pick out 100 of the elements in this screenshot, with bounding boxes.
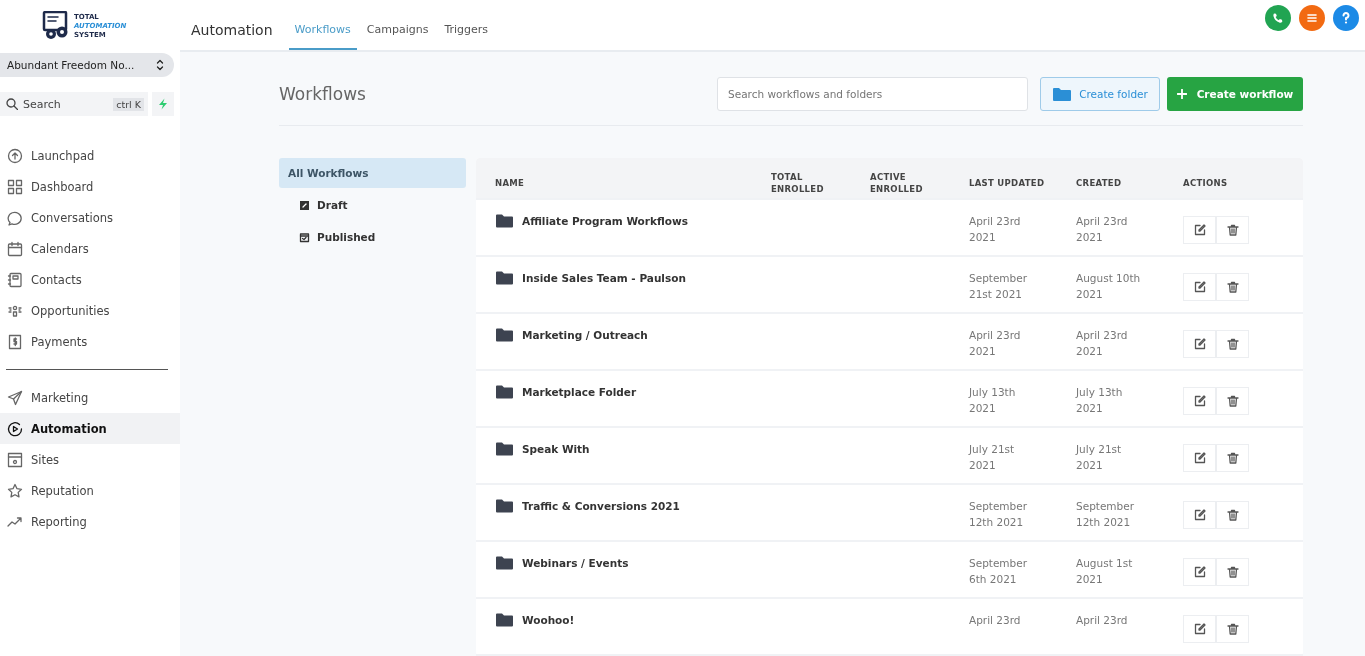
lightning-bolt-icon <box>158 98 168 110</box>
calendar-check-icon <box>299 231 310 243</box>
delete-button[interactable] <box>1216 501 1249 529</box>
folder-name[interactable]: Speak With <box>522 442 590 455</box>
tab[interactable]: Triggers <box>438 23 495 50</box>
edit-button[interactable] <box>1183 216 1216 244</box>
column-header: ACTIONS <box>1183 177 1229 189</box>
folder-icon <box>495 555 514 570</box>
sidebar-item[interactable]: Sites <box>0 444 180 475</box>
phone-button[interactable] <box>1265 5 1291 31</box>
filter-item[interactable]: All Workflows <box>279 158 466 188</box>
edit-icon <box>1193 452 1206 464</box>
table-cell-text: August 10th 2021 <box>1076 271 1142 302</box>
search-icon <box>6 98 18 110</box>
help-button[interactable] <box>1333 5 1359 31</box>
sidebar-item[interactable]: Opportunities <box>0 295 180 326</box>
table-cell-text: July 13th 2021 <box>1076 385 1124 416</box>
sidebar-item[interactable]: Conversations <box>0 202 180 233</box>
table-cell-text: July 13th 2021 <box>969 385 1017 416</box>
account-switcher[interactable]: Abundant Freedom No... <box>0 53 174 77</box>
sidebar-item[interactable]: Reputation <box>0 475 180 506</box>
trash-icon <box>1226 623 1239 635</box>
folder-icon <box>495 384 514 399</box>
table-cell-text: July 21st 2021 <box>969 442 1016 473</box>
paper-plane-icon <box>7 389 23 406</box>
sidebar-item[interactable]: Contacts <box>0 264 180 295</box>
search-button[interactable]: Search ctrl K <box>0 92 148 116</box>
table-cell-text: September 12th 2021 <box>969 499 1029 530</box>
plus-icon <box>1176 89 1187 99</box>
folder-icon <box>1052 86 1073 102</box>
sidebar-item[interactable]: Launchpad <box>0 140 180 171</box>
folder-name[interactable]: Traffic & Conversions 2021 <box>522 499 680 512</box>
grid-icon <box>7 178 23 195</box>
table-cell-text: April 23rd 2021 <box>1076 328 1129 359</box>
sidebar-item[interactable]: Marketing <box>0 382 180 413</box>
column-header: ACTIVE ENROLLED <box>870 171 924 195</box>
edit-icon <box>1193 566 1206 578</box>
folder-name[interactable]: Woohoo! <box>522 613 575 626</box>
edit-button[interactable] <box>1183 558 1216 586</box>
folder-icon <box>495 498 514 513</box>
table-cell-text: September 6th 2021 <box>969 556 1029 587</box>
sidebar-item[interactable]: Calendars <box>0 233 180 264</box>
edit-button[interactable] <box>1183 501 1216 529</box>
column-header: TOTAL ENROLLED <box>771 171 825 195</box>
folder-name[interactable]: Inside Sales Team - Paulson <box>522 271 686 284</box>
edit-icon <box>1193 509 1206 521</box>
shortcut-hint: ctrl K <box>113 97 144 111</box>
table-cell-text: April 23rd 2021 <box>1076 214 1129 245</box>
delete-button[interactable] <box>1216 444 1249 472</box>
column-header: NAME <box>495 177 526 189</box>
folder-name[interactable]: Webinars / Events <box>522 556 629 569</box>
filter-item[interactable]: Draft <box>279 190 466 220</box>
delete-button[interactable] <box>1216 558 1249 586</box>
column-header: CREATED <box>1076 177 1123 189</box>
browser-window-icon <box>7 451 23 468</box>
delete-button[interactable] <box>1216 387 1249 415</box>
edit-button[interactable] <box>1183 444 1216 472</box>
chat-bubble-icon <box>7 209 23 226</box>
folder-icon <box>495 612 514 627</box>
edit-icon <box>1193 395 1206 407</box>
filter-item[interactable]: Published <box>279 222 466 252</box>
tab[interactable]: Campaigns <box>360 23 435 50</box>
page-title: Workflows <box>279 84 367 104</box>
edit-button[interactable] <box>1183 330 1216 358</box>
address-book-icon <box>7 271 23 288</box>
edit-button[interactable] <box>1183 387 1216 415</box>
search-field[interactable]: Search workflows and folders <box>717 77 1028 111</box>
folder-icon <box>495 213 514 228</box>
table-cell-text: April 23rd <box>1076 613 1129 628</box>
trash-icon <box>1226 224 1239 236</box>
trash-icon <box>1226 452 1239 464</box>
chevron-up-down-icon <box>156 59 164 71</box>
list-icon <box>1304 11 1320 25</box>
column-header: LAST UPDATED <box>969 177 1046 189</box>
trash-icon <box>1226 509 1239 521</box>
edit-icon <box>1193 281 1206 293</box>
delete-button[interactable] <box>1216 216 1249 244</box>
folder-name[interactable]: Marketplace Folder <box>522 385 637 398</box>
trash-icon <box>1226 566 1239 578</box>
folder-name[interactable]: Affiliate Program Workflows <box>522 214 688 227</box>
sidebar-item[interactable]: Payments <box>0 326 180 357</box>
folder-name[interactable]: Marketing / Outreach <box>522 328 648 341</box>
sidebar-item[interactable]: Reporting <box>0 506 180 537</box>
sidebar-item[interactable]: Dashboard <box>0 171 180 202</box>
sidebar-item[interactable]: Automation <box>0 413 180 444</box>
section-title: Automation <box>191 22 273 38</box>
edit-button[interactable] <box>1183 273 1216 301</box>
delete-button[interactable] <box>1216 273 1249 301</box>
folder-icon <box>495 327 514 342</box>
trash-icon <box>1226 281 1239 293</box>
edit-icon <box>1193 338 1206 350</box>
play-circle-icon <box>7 420 23 437</box>
table-cell-text: September 12th 2021 <box>1076 499 1136 530</box>
delete-button[interactable] <box>1216 615 1249 643</box>
edit-button[interactable] <box>1183 615 1216 643</box>
delete-button[interactable] <box>1216 330 1249 358</box>
receipt-icon <box>7 333 23 350</box>
folder-icon <box>495 441 514 456</box>
table-cell-text: April 23rd 2021 <box>969 328 1022 359</box>
list-button[interactable] <box>1299 5 1325 31</box>
